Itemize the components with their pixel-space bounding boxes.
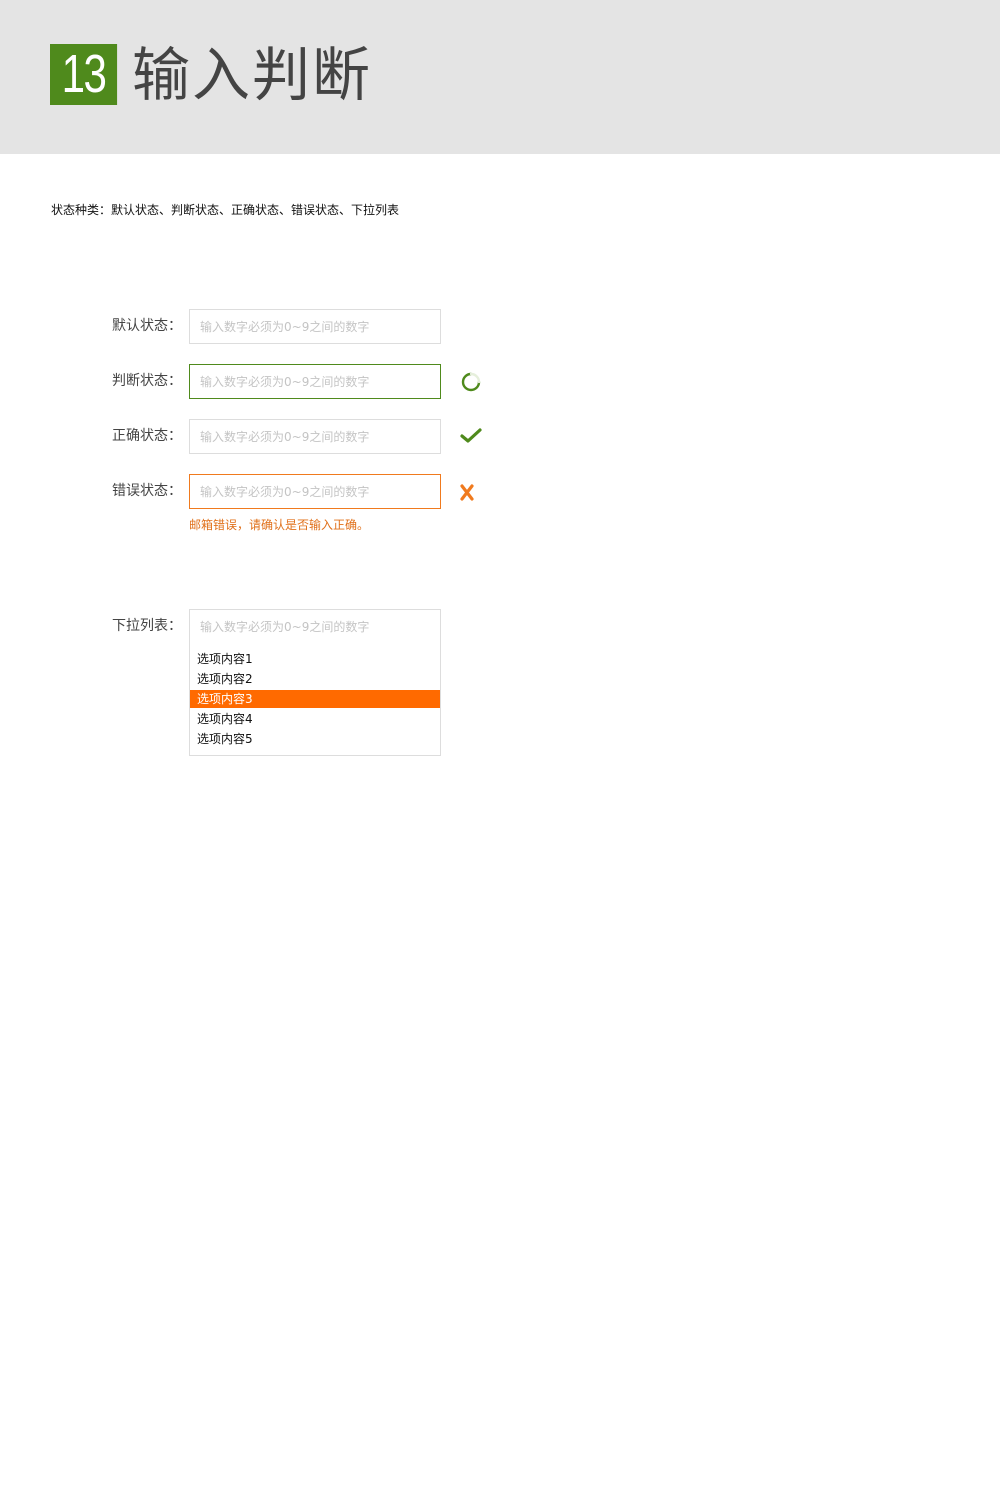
dropdown-option[interactable]: 选项内容5	[190, 729, 440, 749]
dropdown-input[interactable]	[189, 609, 441, 644]
cross-icon	[458, 479, 484, 505]
page-title: 输入判断	[132, 41, 373, 109]
loading-spinner-icon	[458, 369, 484, 395]
judging-state-input[interactable]	[189, 364, 441, 399]
dropdown-option[interactable]: 选项内容4	[190, 709, 440, 729]
error-message: 邮箱错误，请确认是否输入正确。	[189, 518, 370, 532]
default-state-input[interactable]	[189, 309, 441, 344]
correct-state-label: 正确状态：	[112, 428, 182, 444]
correct-state-input[interactable]	[189, 419, 441, 454]
intro-text: 状态种类：默认状态、判断状态、正确状态、错误状态、下拉列表	[51, 203, 400, 217]
dropdown-option[interactable]: 选项内容2	[190, 669, 440, 689]
dropdown-list: 选项内容1 选项内容2 选项内容3 选项内容4 选项内容5	[189, 643, 441, 756]
dropdown-label: 下拉列表：	[112, 618, 182, 634]
dropdown-option[interactable]: 选项内容1	[190, 649, 440, 669]
check-icon	[458, 423, 484, 449]
default-state-label: 默认状态：	[112, 318, 182, 334]
error-state-label: 错误状态：	[112, 483, 182, 499]
dropdown-option-selected[interactable]: 选项内容3	[190, 690, 440, 708]
error-state-input[interactable]	[189, 474, 441, 509]
judging-state-label: 判断状态：	[112, 373, 182, 389]
page-header: 13 输入判断	[0, 0, 1000, 154]
section-number-badge: 13	[50, 44, 118, 105]
